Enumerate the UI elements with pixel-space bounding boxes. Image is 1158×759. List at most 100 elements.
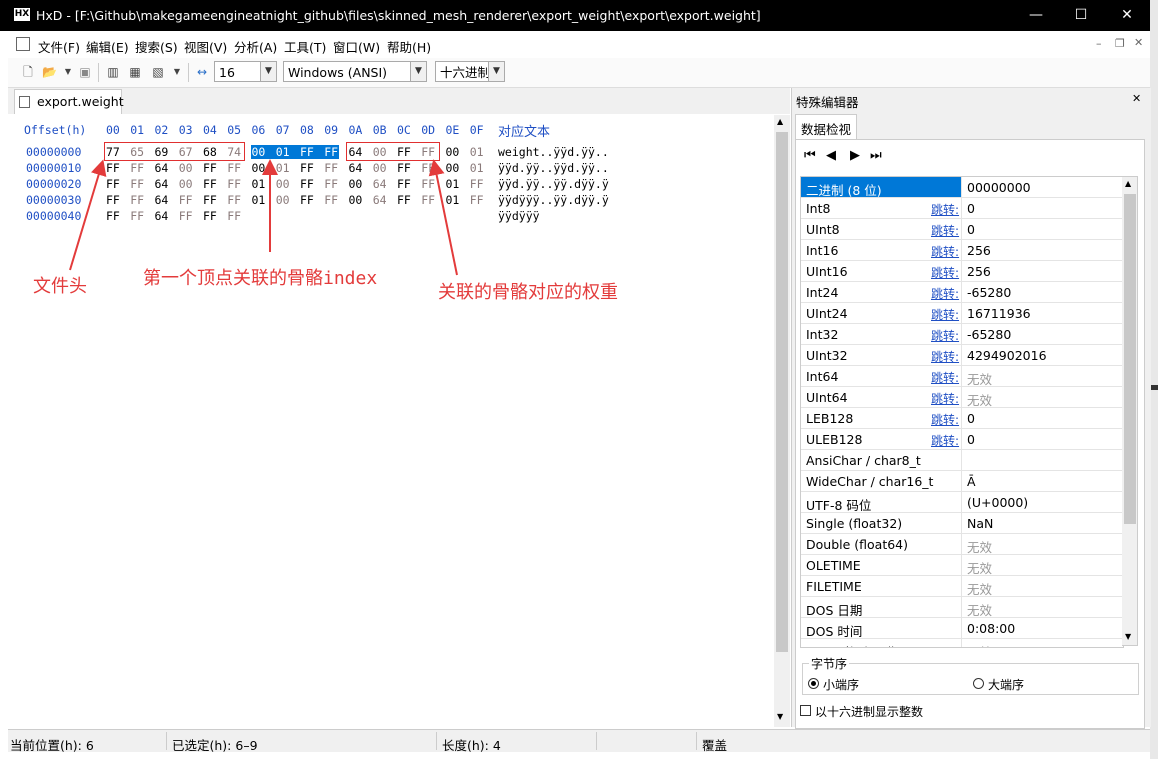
jump-link[interactable]: 跳转: (931, 201, 959, 218)
chevron-down-icon[interactable]: ▼ (170, 65, 184, 79)
close-icon[interactable]: ✕ (1104, 0, 1150, 31)
tab-export-weight[interactable]: export.weight (14, 89, 124, 114)
nav-prev-icon[interactable]: ◀ (826, 148, 836, 163)
menu-search[interactable]: 搜索(S) (135, 37, 178, 56)
chevron-down-icon[interactable]: ▼ (61, 65, 75, 79)
inspector-row[interactable]: Int16 跳转: 256 (801, 240, 1123, 261)
inspector-row[interactable]: DOS 日期 无效 (801, 597, 1123, 618)
mdi-close-icon[interactable]: ✕ (1134, 36, 1143, 49)
jump-link[interactable]: 跳转: (931, 432, 959, 449)
inspector-row[interactable]: Double (float64) 无效 (801, 534, 1123, 555)
menu-view[interactable]: 视图(V) (184, 37, 227, 56)
menu-help[interactable]: 帮助(H) (387, 37, 431, 56)
inspector-value[interactable]: 16711936 (967, 306, 1031, 321)
inspector-grid[interactable]: 二进制 (8 位) 00000000 Int8 跳转: 0 UInt8 跳转: 0 Int16 跳… (800, 176, 1124, 648)
scroll-up-icon[interactable]: ▲ (1125, 179, 1131, 188)
inspector-value[interactable]: 无效 (967, 558, 992, 577)
big-endian-radio[interactable] (973, 678, 984, 689)
jump-link[interactable]: 跳转: (931, 306, 959, 323)
inspector-value[interactable]: 00000000 (967, 180, 1031, 195)
menu-tools[interactable]: 工具(T) (284, 37, 326, 56)
hex-ints-checkbox[interactable] (800, 705, 811, 716)
inspector-value[interactable]: 0 (967, 201, 975, 216)
offset-base-select[interactable]: 十六进制 ▼ (435, 61, 505, 82)
inspector-value[interactable]: 4294902016 (967, 348, 1047, 363)
inspector-row[interactable]: LEB128 跳转: 0 (801, 408, 1123, 429)
inspector-value[interactable]: -65280 (967, 285, 1011, 300)
open-ram-icon[interactable]: ▦ (128, 65, 142, 79)
inspector-value[interactable]: 无效 (967, 369, 992, 388)
panel-close-icon[interactable]: ✕ (1132, 92, 1141, 105)
inspector-scroll-thumb[interactable] (1124, 194, 1136, 524)
inspector-value[interactable]: NaN (967, 516, 993, 531)
inspector-value[interactable]: 0 (967, 411, 975, 426)
inspector-row[interactable]: Int24 跳转: -65280 (801, 282, 1123, 303)
save-icon[interactable]: ▣ (78, 65, 92, 79)
inspector-row[interactable]: DOS 时间与日期 无效 (801, 639, 1123, 647)
tab-data-inspector[interactable]: 数据检视 (795, 114, 857, 139)
open-folder-icon[interactable]: 📂 (42, 65, 57, 79)
inspector-value[interactable]: 0:08:00 (967, 621, 1015, 636)
inspector-value[interactable]: -65280 (967, 327, 1011, 342)
jump-link[interactable]: 跳转: (931, 348, 959, 365)
inspector-row[interactable]: Int64 跳转: 无效 (801, 366, 1123, 387)
mdi-restore-icon[interactable]: ❐ (1115, 37, 1125, 50)
little-endian-radio[interactable] (808, 678, 819, 689)
chevron-down-icon[interactable]: ▼ (488, 62, 504, 81)
inspector-row[interactable]: UInt64 跳转: 无效 (801, 387, 1123, 408)
inspector-value[interactable]: (U+0000) (967, 495, 1028, 510)
inspector-value[interactable]: 无效 (967, 642, 992, 647)
mdi-minimize-icon[interactable]: – (1096, 37, 1102, 50)
scroll-down-icon[interactable]: ▼ (777, 712, 783, 721)
inspector-value[interactable]: 无效 (967, 600, 992, 619)
menu-analysis[interactable]: 分析(A) (234, 37, 277, 56)
inspector-row[interactable]: DOS 时间 0:08:00 (801, 618, 1123, 639)
inspector-row[interactable]: UInt32 跳转: 4294902016 (801, 345, 1123, 366)
inspector-row[interactable]: UTF-8 码位 (U+0000) (801, 492, 1123, 513)
nav-next-icon[interactable]: ▶ (850, 148, 860, 163)
inspector-row[interactable]: UInt24 跳转: 16711936 (801, 303, 1123, 324)
inspector-value[interactable]: 无效 (967, 537, 992, 556)
inspector-value[interactable]: Ā (967, 474, 976, 489)
hex-scroll-thumb[interactable] (776, 132, 788, 652)
inspector-value[interactable]: 无效 (967, 390, 992, 409)
menu-file[interactable]: 文件(F) (38, 37, 80, 56)
hex-editor-view[interactable]: Offset(h) 00 01 02 03 04 05 06 07 08 09 0A 0B 0C 0D 0E… (8, 115, 774, 727)
menu-edit[interactable]: 编辑(E) (86, 37, 129, 56)
inspector-value[interactable]: 0 (967, 432, 975, 447)
menu-window[interactable]: 窗口(W) (333, 37, 380, 56)
jump-link[interactable]: 跳转: (931, 369, 959, 386)
jump-link[interactable]: 跳转: (931, 243, 959, 260)
open-image-icon[interactable]: ▧ (151, 65, 165, 79)
scroll-down-icon[interactable]: ▼ (1125, 632, 1131, 641)
jump-link[interactable]: 跳转: (931, 264, 959, 281)
jump-link[interactable]: 跳转: (931, 390, 959, 407)
inspector-row[interactable]: 二进制 (8 位) 00000000 (801, 177, 1123, 198)
scroll-up-icon[interactable]: ▲ (777, 117, 783, 126)
inspector-row[interactable]: Single (float32) NaN (801, 513, 1123, 534)
jump-link[interactable]: 跳转: (931, 327, 959, 344)
chevron-down-icon[interactable]: ▼ (410, 62, 426, 81)
bytes-per-row-select[interactable]: 16 ▼ (214, 61, 277, 82)
inspector-row[interactable]: WideChar / char16_t Ā (801, 471, 1123, 492)
charset-select[interactable]: Windows (ANSI) ▼ (283, 61, 427, 82)
open-disk-icon[interactable]: ▥ (106, 65, 120, 79)
document-icon[interactable] (16, 37, 30, 51)
jump-link[interactable]: 跳转: (931, 285, 959, 302)
inspector-row[interactable]: OLETIME 无效 (801, 555, 1123, 576)
new-file-icon[interactable]: 🗋 (21, 65, 35, 79)
minimize-icon[interactable]: — (1013, 0, 1059, 31)
inspector-row[interactable]: Int32 跳转: -65280 (801, 324, 1123, 345)
inspector-value[interactable]: 无效 (967, 579, 992, 598)
maximize-icon[interactable]: ☐ (1058, 0, 1104, 31)
nav-first-icon[interactable]: ⏮ (804, 148, 818, 163)
inspector-value[interactable]: 256 (967, 243, 991, 258)
inspector-row[interactable]: Int8 跳转: 0 (801, 198, 1123, 219)
inspector-value[interactable]: 0 (967, 222, 975, 237)
inspector-row[interactable]: ULEB128 跳转: 0 (801, 429, 1123, 450)
chevron-down-icon[interactable]: ▼ (260, 62, 276, 81)
inspector-row[interactable]: FILETIME 无效 (801, 576, 1123, 597)
jump-link[interactable]: 跳转: (931, 222, 959, 239)
inspector-row[interactable]: UInt8 跳转: 0 (801, 219, 1123, 240)
jump-link[interactable]: 跳转: (931, 411, 959, 428)
